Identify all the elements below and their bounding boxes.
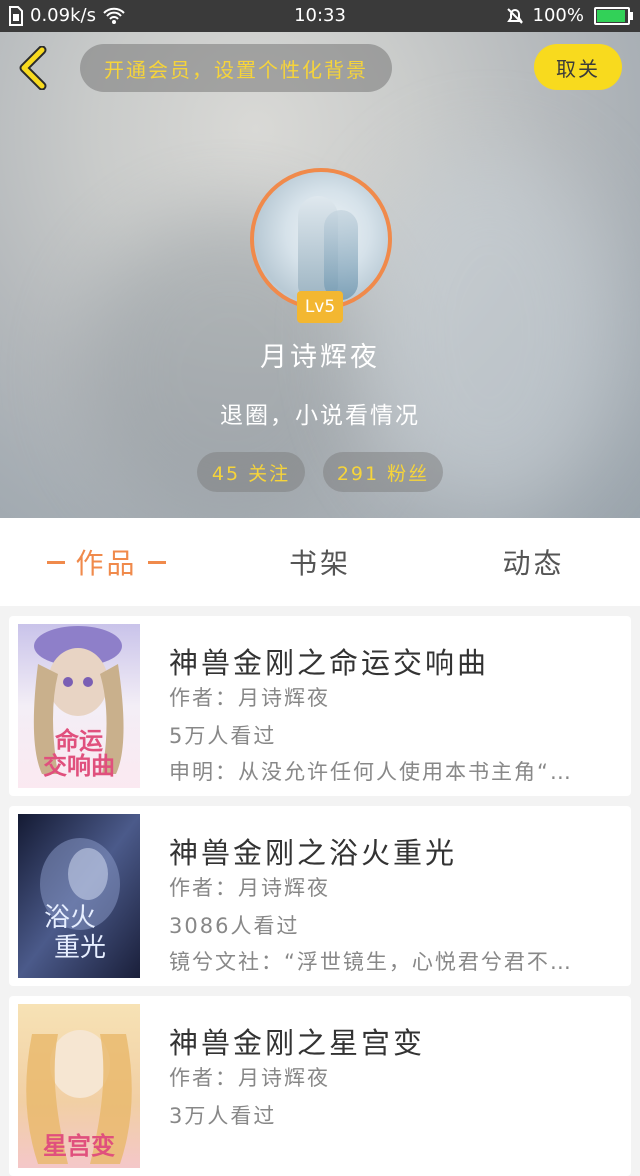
book-author: 作者：月诗辉夜 [169, 876, 330, 900]
unfollow-button[interactable]: 取关 [534, 44, 622, 90]
book-views: 5万人看过 [169, 724, 277, 748]
tab-works[interactable]: 作品 [0, 518, 213, 606]
avatar[interactable] [250, 168, 392, 310]
list-item[interactable]: 命运 交响曲 神兽金刚之命运交响曲 作者：月诗辉夜 5万人看过 申明：从没允许任… [9, 616, 631, 796]
status-right: 100% [505, 5, 633, 26]
book-views: 3万人看过 [169, 1104, 277, 1128]
tab-bookshelf[interactable]: 书架 [213, 518, 427, 606]
book-cover: 星宫变 [18, 1004, 140, 1168]
battery-icon [594, 6, 633, 25]
book-author: 作者：月诗辉夜 [169, 1066, 330, 1090]
book-cover: 命运 交响曲 [18, 624, 140, 788]
book-views: 3086人看过 [169, 914, 300, 938]
battery-percent: 100% [532, 5, 584, 26]
tab-indicator [47, 560, 66, 564]
tab-label: 作品 [75, 547, 138, 580]
cover-title: 交响曲 [43, 751, 115, 780]
tab-activity[interactable]: 动态 [427, 518, 640, 606]
book-cover: 浴火 重光 [18, 814, 140, 978]
cover-title: 重光 [54, 933, 106, 963]
battery-fill [597, 9, 625, 22]
list-item[interactable]: 浴火 重光 神兽金刚之浴火重光 作者：月诗辉夜 3086人看过 镜兮文社：“浮世… [9, 806, 631, 986]
book-title: 神兽金刚之命运交响曲 [169, 646, 490, 680]
profile-header: 开通会员，设置个性化背景 取关 Lv5 月诗辉夜 退圈，小说看情况 45 关注 … [0, 32, 640, 518]
back-arrow-icon[interactable] [14, 46, 54, 90]
profile-tabs: 作品 书架 动态 [0, 518, 640, 606]
username: 月诗辉夜 [260, 342, 380, 373]
user-bio: 退圈，小说看情况 [220, 403, 420, 429]
level-badge: Lv5 [297, 291, 343, 323]
following-count[interactable]: 45 关注 [197, 452, 305, 492]
book-description: 镜兮文社：“浮世镜生，心悦君兮君不… [169, 950, 573, 974]
book-title: 神兽金刚之浴火重光 [169, 836, 458, 870]
vip-promo-button[interactable]: 开通会员，设置个性化背景 [80, 44, 392, 92]
mute-bell-icon [506, 7, 523, 24]
book-author: 作者：月诗辉夜 [169, 686, 330, 710]
book-description: 申明：从没允许任何人使用本书主角“… [169, 760, 573, 784]
avatar-hair [324, 210, 358, 300]
list-item[interactable]: 星宫变 神兽金刚之星宫变 作者：月诗辉夜 3万人看过 [9, 996, 631, 1176]
followers-count[interactable]: 291 粉丝 [323, 452, 443, 492]
book-title: 神兽金刚之星宫变 [169, 1026, 426, 1060]
tab-label: 动态 [502, 547, 565, 580]
tab-indicator [147, 560, 166, 564]
tab-label: 书架 [288, 547, 351, 580]
status-bar: 0.09k/s 10:33 100% [0, 0, 640, 32]
cover-title: 浴火 [44, 903, 96, 933]
cover-title: 星宫变 [43, 1131, 115, 1160]
